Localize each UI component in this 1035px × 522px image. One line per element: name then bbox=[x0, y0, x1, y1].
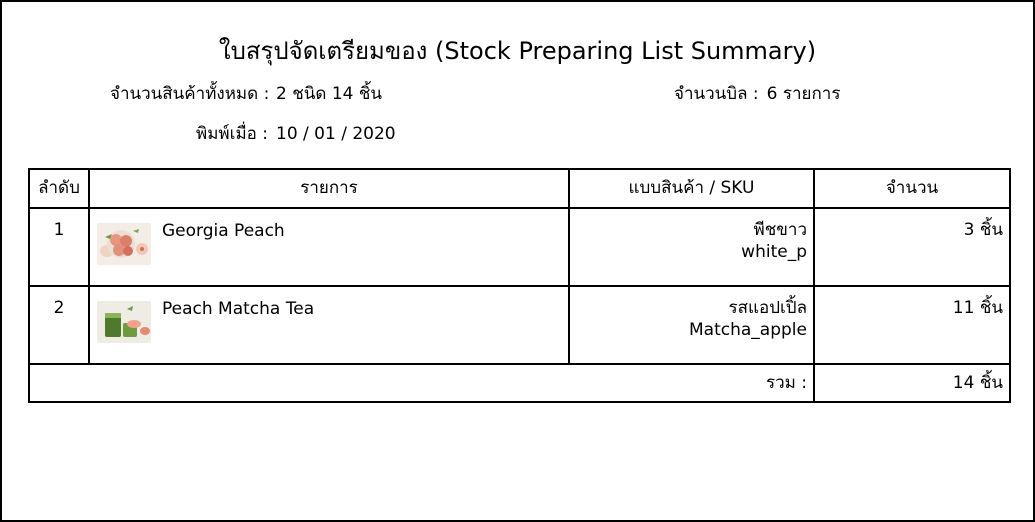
header-item: รายการ bbox=[88, 168, 570, 209]
total-row: รวม : 14 ชิ้น bbox=[28, 363, 1011, 403]
stock-preparing-summary-page: ใบสรุปจัดเตรียมของ (Stock Preparing List… bbox=[0, 0, 1035, 522]
sku-cell: พีชขาว white_p bbox=[568, 207, 815, 287]
quantity-cell: 11 ชิ้น bbox=[813, 285, 1011, 365]
item-cell: Peach Matcha Tea bbox=[88, 285, 570, 365]
total-products-label: จำนวนสินค้าทั้งหมด : bbox=[110, 84, 270, 104]
bill-count-value: 6 รายการ bbox=[766, 84, 841, 104]
row-number: 2 bbox=[28, 285, 90, 365]
table-row: 1 Georgia Peach พีชขาว white_p 3 ชิ้น bbox=[28, 207, 1011, 287]
stock-items-table: ลำดับ รายการ แบบสินค้า / SKU จำนวน 1 Geo… bbox=[28, 168, 1011, 403]
header-no: ลำดับ bbox=[28, 168, 90, 209]
sku-cell: รสแอปเปิ้ล Matcha_apple bbox=[568, 285, 815, 365]
bill-count-label: จำนวนบิล : bbox=[674, 84, 759, 104]
total-products-info: จำนวนสินค้าทั้งหมด : 2 ชนิด 14 ชิ้น bbox=[110, 82, 382, 106]
table-row: 2 Peach Matcha Tea รสแอปเปิ้ล Matcha_app… bbox=[28, 285, 1011, 365]
sku-code: Matcha_apple bbox=[689, 320, 807, 340]
printed-date-info: พิมพ์เมื่อ : 10 / 01 / 2020 bbox=[110, 122, 396, 146]
printed-date-value: 10 / 01 / 2020 bbox=[276, 124, 396, 144]
variant-label: รสแอปเปิ้ล bbox=[728, 298, 807, 318]
bill-count-info: จำนวนบิล : 6 รายการ bbox=[674, 82, 840, 106]
header-qty: จำนวน bbox=[813, 168, 1011, 209]
row-number: 1 bbox=[28, 207, 90, 287]
table-header-row: ลำดับ รายการ แบบสินค้า / SKU จำนวน bbox=[28, 168, 1011, 209]
peach-photo-icon bbox=[97, 223, 151, 265]
total-label: รวม : bbox=[28, 363, 815, 403]
printed-date-label: พิมพ์เมื่อ : bbox=[196, 124, 268, 144]
item-name: Peach Matcha Tea bbox=[162, 299, 315, 319]
total-value: 14 ชิ้น bbox=[813, 363, 1011, 403]
quantity-cell: 3 ชิ้น bbox=[813, 207, 1011, 287]
page-title: ใบสรุปจัดเตรียมของ (Stock Preparing List… bbox=[218, 37, 817, 65]
matcha-tea-photo-icon bbox=[97, 301, 151, 343]
variant-label: พีชขาว bbox=[753, 220, 807, 240]
item-name: Georgia Peach bbox=[162, 221, 285, 241]
item-cell: Georgia Peach bbox=[88, 207, 570, 287]
header-sku: แบบสินค้า / SKU bbox=[568, 168, 815, 209]
sku-code: white_p bbox=[741, 242, 807, 262]
total-products-value: 2 ชนิด 14 ชิ้น bbox=[276, 84, 383, 104]
